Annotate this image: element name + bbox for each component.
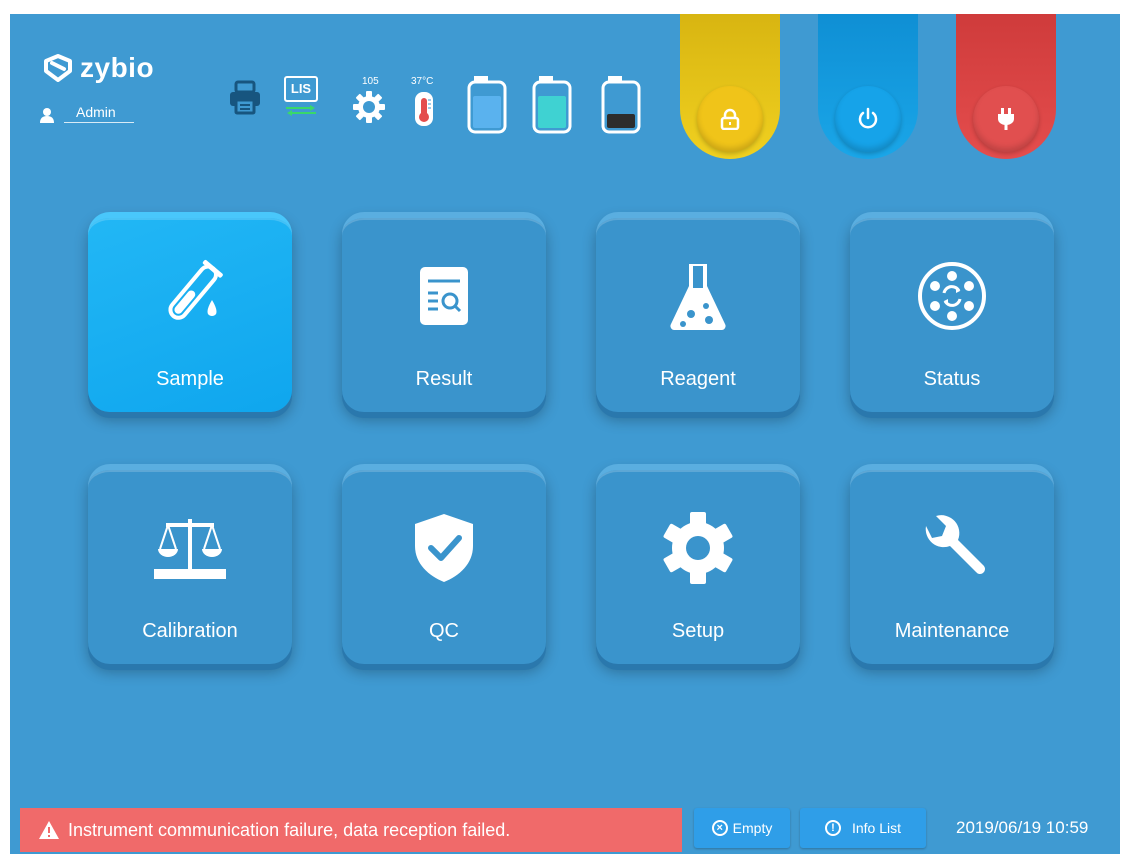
tile-calibration[interactable]: Calibration (88, 464, 292, 664)
user-icon (40, 108, 54, 123)
brand-name: zybio (80, 52, 155, 83)
lis-connection-icon[interactable]: LIS (284, 76, 318, 116)
detergent-bottle-icon[interactable] (531, 74, 573, 141)
rotor-status-icon (850, 256, 1054, 336)
tile-label: Calibration (142, 620, 238, 642)
info-icon: ! (824, 820, 841, 836)
tile-status[interactable]: Status (850, 212, 1054, 412)
alert-message: Instrument communication failure, data r… (68, 819, 511, 840)
diluent-bottle-icon[interactable] (466, 74, 508, 141)
main-screen: zybio Admin LIS 105 37°C Sample Result R… (10, 14, 1120, 854)
tile-label: QC (429, 620, 459, 642)
transfer-arrows-icon (286, 105, 316, 116)
tile-qc[interactable]: QC (342, 464, 546, 664)
tile-label: Maintenance (894, 620, 1010, 642)
gear-counter: 105 (362, 76, 379, 87)
shutdown-button[interactable] (835, 86, 901, 152)
info-list-button[interactable]: ! Info List (800, 808, 926, 848)
tile-label: Setup (671, 620, 725, 642)
report-search-icon (342, 256, 546, 336)
tile-result[interactable]: Result (342, 212, 546, 412)
plug-pill (956, 14, 1056, 159)
tile-maintenance[interactable]: Maintenance (850, 464, 1054, 664)
tile-reagent[interactable]: Reagent (596, 212, 800, 412)
temperature-value: 37°C (411, 76, 434, 87)
zybio-logo-icon (44, 54, 72, 82)
clear-icon: × (711, 820, 728, 836)
lock-button[interactable] (697, 86, 763, 152)
tile-label: Result (415, 368, 473, 390)
tile-sample[interactable]: Sample (88, 212, 292, 412)
power-icon (858, 107, 878, 129)
plug-icon (998, 108, 1014, 130)
printer-icon[interactable] (228, 80, 262, 121)
balance-scale-icon (88, 508, 292, 588)
alert-bar[interactable]: Instrument communication failure, data r… (20, 808, 682, 852)
instrument-gear-icon (352, 90, 386, 129)
tile-label: Reagent (660, 368, 736, 390)
datetime: 2019/06/19 10:59 (956, 818, 1089, 837)
lock-pill (680, 14, 780, 159)
thermometer-icon (412, 90, 436, 133)
warning-icon (39, 821, 59, 839)
test-tube-icon (88, 256, 292, 336)
wrench-icon (850, 508, 1054, 588)
empty-label: Empty (732, 820, 773, 836)
info-list-label: Info List (851, 820, 902, 836)
tile-setup[interactable]: Setup (596, 464, 800, 664)
current-user[interactable]: Admin (40, 104, 134, 123)
lis-label: LIS (284, 76, 318, 102)
lock-icon (720, 108, 740, 130)
flask-icon (596, 256, 800, 336)
standby-button[interactable] (973, 86, 1039, 152)
power-pill (818, 14, 918, 159)
shield-check-icon (342, 508, 546, 588)
tile-label: Sample (156, 368, 224, 390)
tile-label: Status (923, 368, 981, 390)
user-name: Admin (64, 104, 134, 123)
gear-icon (596, 508, 800, 588)
waste-bottle-icon[interactable] (600, 74, 642, 141)
brand-logo: zybio (40, 52, 154, 84)
empty-button[interactable]: × Empty (694, 808, 790, 848)
